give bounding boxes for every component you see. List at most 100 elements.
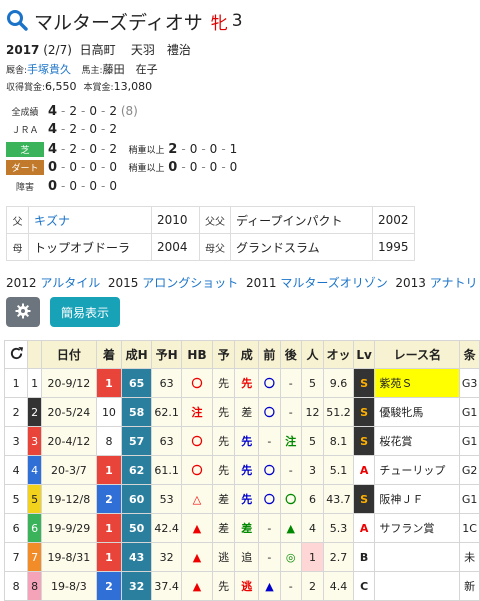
reload-button[interactable]	[3, 340, 29, 369]
race-row[interactable]: 1 1 20-9/12 1 65 63 〇先先〇 -5 9.6 S 紫苑Ｓ G3	[3, 368, 480, 398]
actual-style: 先	[234, 368, 260, 398]
dam-sire-label: 母父	[199, 233, 231, 261]
race-row[interactable]: 7 7 19-8/31 1 43 32 ▲ 逃追 - ◎ 1 2.7 B 未	[3, 542, 480, 572]
race-name[interactable]: 紫苑Ｓ	[374, 368, 461, 398]
row-number: 4	[3, 455, 29, 485]
race-row[interactable]: 8 8 19-8/3 2 32 37.4 ▲ 先逃 ▲ -2 4.4 C 新	[3, 571, 480, 601]
gear-icon	[15, 303, 31, 322]
column-header[interactable]: 人	[300, 340, 325, 369]
row-number: 2	[3, 397, 29, 427]
race-name[interactable]: サフラン賞	[374, 513, 461, 543]
settings-button[interactable]	[6, 297, 40, 327]
record-wins: 0	[48, 159, 58, 175]
record-label: 障害	[15, 182, 34, 193]
predicted-style: 先	[212, 426, 236, 456]
simple-view-button[interactable]: 簡易表示	[50, 297, 120, 327]
race-grade: 1C	[459, 513, 480, 543]
column-header[interactable]: HB	[180, 340, 214, 369]
back-mark: ▲	[279, 513, 302, 543]
predicted-style: 差	[212, 513, 236, 543]
race-row[interactable]: 5 5 19-12/8 2 60 53 △ 差先〇〇 6 43.7 S 阪神ＪＦ G1	[3, 484, 480, 514]
column-header[interactable]: 着	[95, 340, 123, 369]
finish-position: 10	[95, 397, 123, 427]
finish-position: 1	[95, 455, 123, 485]
popularity: 5	[300, 426, 325, 456]
odds: 5.3	[323, 513, 354, 543]
column-header[interactable]: 後	[279, 340, 302, 369]
result-index: 62	[120, 455, 153, 485]
race-date: 19-12/8	[40, 484, 97, 514]
column-header[interactable]: 前	[258, 340, 281, 369]
predicted-index: 32	[151, 542, 182, 572]
record-other: 0	[109, 160, 117, 174]
sire-link[interactable]: キズナ	[28, 206, 152, 234]
result-index: 60	[120, 484, 153, 514]
hb-mark: 〇	[180, 455, 214, 485]
result-index: 32	[120, 571, 153, 601]
column-header[interactable]: 条	[459, 340, 480, 369]
race-row[interactable]: 3 3 20-4/12 8 57 63 〇先先 - 注 5 8.1 S 桜花賞 G1	[3, 426, 480, 456]
race-level: S	[352, 484, 376, 514]
trainer-label: 厩舎:	[6, 66, 28, 76]
column-header[interactable]: オッ	[323, 340, 354, 369]
column-header[interactable]	[27, 340, 42, 369]
record-label: 芝	[6, 141, 44, 157]
race-name[interactable]	[374, 571, 461, 601]
race-row[interactable]: 4 4 20-3/7 1 62 61.1 〇先先〇 -3 5.1 A チューリップ G2	[3, 455, 480, 485]
sibling-year: 2013	[395, 276, 426, 290]
row-number: 3	[3, 426, 29, 456]
race-row[interactable]: 2 2 20-5/24 10 58 62.1 注先差〇 -12 51.2 S 優駿牝馬 G1	[3, 397, 480, 427]
hb-mark: ▲	[180, 513, 214, 543]
race-name[interactable]: チューリップ	[374, 455, 461, 485]
odds: 2.7	[323, 542, 354, 572]
reload-icon	[9, 346, 24, 364]
hb-mark: 注	[180, 397, 214, 427]
race-grade: 未	[459, 542, 480, 572]
record-third: 0	[89, 160, 98, 174]
column-header[interactable]: Lv	[352, 340, 376, 369]
back-mark: -	[279, 571, 302, 601]
horse-header: マルターズディオサ 牝 3	[6, 6, 243, 36]
race-name[interactable]	[374, 542, 461, 572]
predicted-style: 先	[212, 455, 236, 485]
sibling-item: 2015 アロングショット	[108, 276, 246, 290]
sibling-link[interactable]: マルターズオリゾン	[280, 276, 387, 290]
row-number: 5	[3, 484, 29, 514]
race-date: 19-9/29	[40, 513, 97, 543]
finish-position: 2	[95, 484, 123, 514]
race-row[interactable]: 6 6 19-9/29 1 50 42.4 ▲ 差差 - ▲ 4 5.3 A サフラン賞 1C	[3, 513, 480, 543]
column-header[interactable]: 予	[212, 340, 236, 369]
column-header[interactable]: 予H	[151, 340, 182, 369]
row-number: 6	[3, 513, 29, 543]
search-icon[interactable]	[6, 9, 28, 34]
front-mark: -	[258, 426, 281, 456]
front-mark: 〇	[258, 484, 281, 514]
sibling-link[interactable]: アナトリ	[430, 276, 478, 290]
race-grade: G1	[459, 484, 480, 514]
column-header[interactable]: レース名	[374, 340, 461, 369]
race-date: 19-8/3	[40, 571, 97, 601]
owner-name: 藤田 在子	[102, 63, 158, 76]
column-header[interactable]: 日付	[40, 340, 97, 369]
column-header[interactable]: 成H	[120, 340, 153, 369]
sibling-link[interactable]: アルタイル	[40, 276, 100, 290]
race-name[interactable]: 桜花賞	[374, 426, 461, 456]
sibling-year: 2012	[6, 276, 37, 290]
sub-label: 稍重以上	[128, 145, 165, 156]
predicted-style: 逃	[212, 542, 236, 572]
finish-position: 1	[95, 542, 123, 572]
record-label: ダート	[6, 159, 44, 175]
owner-label: 馬主:	[81, 66, 103, 76]
trainer-link[interactable]: 手塚貴久	[27, 63, 71, 76]
sibling-link[interactable]: アロングショット	[142, 276, 238, 290]
race-name[interactable]: 優駿牝馬	[374, 397, 461, 427]
race-name[interactable]: 阪神ＪＦ	[374, 484, 461, 514]
breeder: 天羽 禮治	[130, 43, 191, 57]
record-third: 0	[89, 142, 98, 156]
column-header[interactable]: 成	[234, 340, 260, 369]
popularity: 5	[300, 368, 325, 398]
dam-year: 2004	[151, 233, 200, 261]
popularity: 6	[300, 484, 325, 514]
race-level: A	[352, 455, 376, 485]
frame-number: 6	[27, 513, 42, 543]
